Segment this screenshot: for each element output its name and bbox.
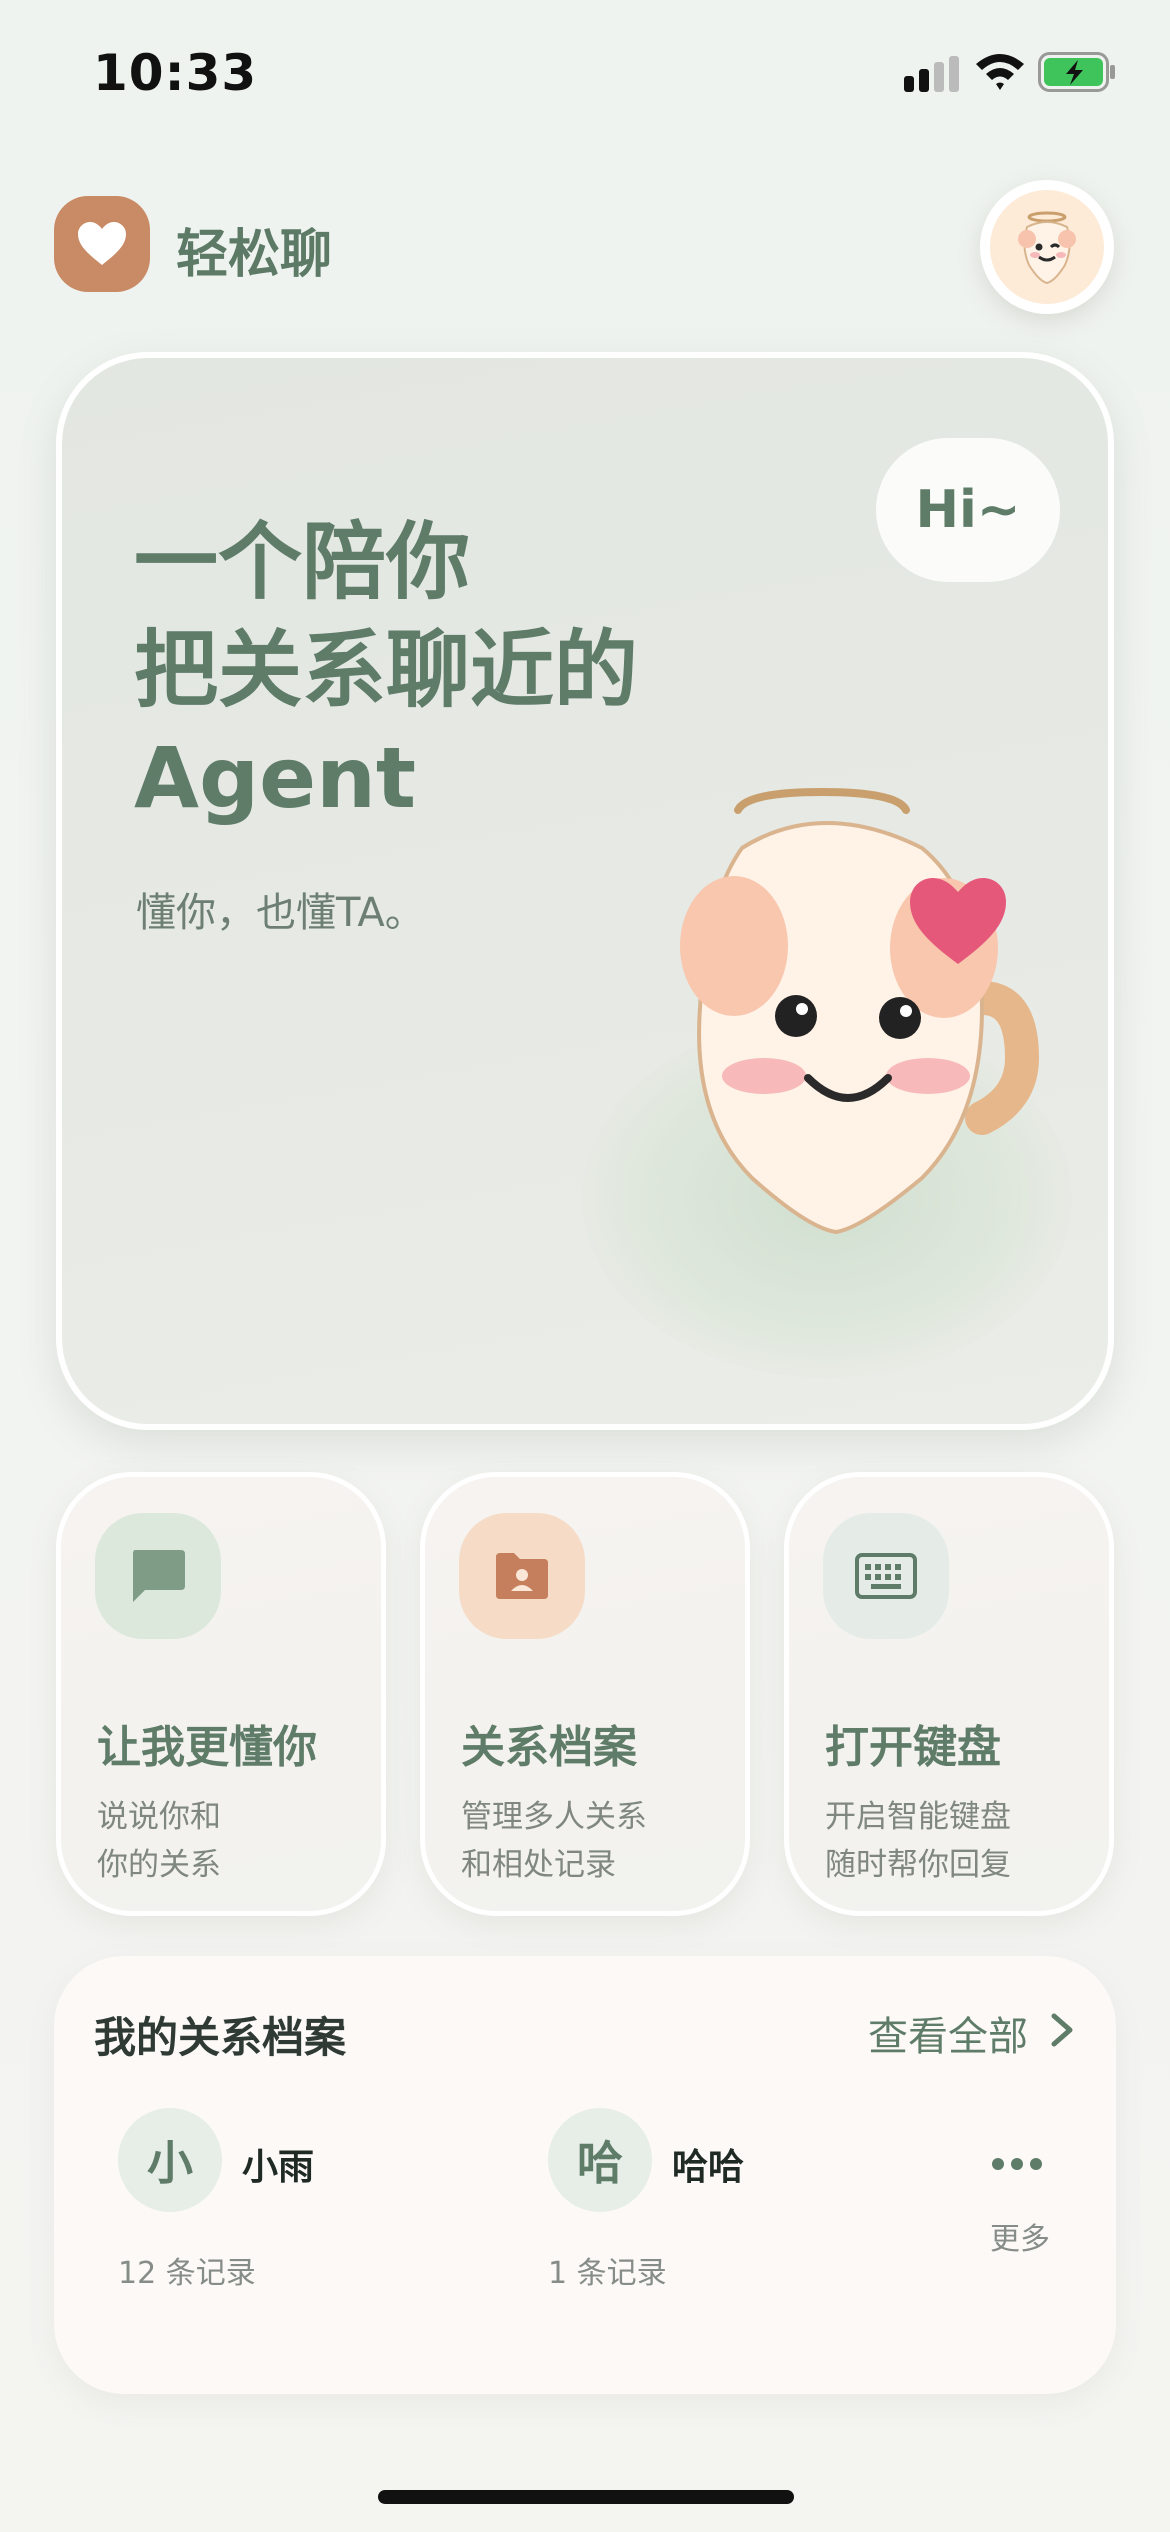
relationship-files-section: 我的关系档案 查看全部 小 小雨 12 条记录 哈 哈哈 1 条记录 更多 <box>54 1956 1116 2394</box>
feature-description-line: 和相处记录 <box>461 1847 616 1883</box>
app-title: 轻松聊 <box>176 225 333 285</box>
relationship-profile-item[interactable]: 哈 哈哈 1 条记录 <box>548 2108 744 2291</box>
hi-speech-bubble: Hi~ <box>876 438 1060 582</box>
hero-title-line: Agent <box>134 729 417 827</box>
chevron-right-icon[interactable] <box>1048 2012 1076 2048</box>
feature-description: 管理多人关系 和相处记录 <box>461 1793 647 1889</box>
feature-title: 打开键盘 <box>825 1722 1001 1773</box>
view-all-link[interactable]: 查看全部 <box>868 2004 1028 2062</box>
section-title: 我的关系档案 <box>94 2013 347 2062</box>
mascot-illustration <box>680 787 1040 1235</box>
profile-initial-avatar: 小 <box>118 2108 222 2212</box>
feature-description: 说说你和 你的关系 <box>97 1793 221 1889</box>
feature-description: 开启智能键盘 随时帮你回复 <box>825 1793 1011 1889</box>
more-dots-icon[interactable] <box>990 2156 1044 2172</box>
feature-title: 让我更懂你 <box>97 1722 317 1773</box>
more-button-label[interactable]: 更多 <box>990 2214 1050 2258</box>
chat-bubble-icon <box>133 1550 185 1602</box>
status-bar: 10:33 <box>0 0 1170 150</box>
feature-icon-bg <box>823 1513 949 1639</box>
profile-avatar-button[interactable] <box>980 180 1114 314</box>
halo-icon <box>734 787 910 814</box>
feature-card-understand-me[interactable]: 让我更懂你 说说你和 你的关系 <box>56 1472 386 1916</box>
hero-title: 一个陪你 把关系聊近的 Agent <box>134 508 638 832</box>
feature-card-open-keyboard[interactable]: 打开键盘 开启智能键盘 随时帮你回复 <box>784 1472 1114 1916</box>
profile-name: 小雨 <box>242 2147 315 2188</box>
hero-title-line: 把关系聊近的 <box>134 621 639 719</box>
battery-charging-icon <box>1038 52 1115 92</box>
profile-record-count: 12 条记录 <box>118 2256 256 2291</box>
feature-description-line: 开启智能键盘 <box>825 1799 1011 1835</box>
feature-description-line: 管理多人关系 <box>461 1799 647 1835</box>
hero-subtitle: 懂你，也懂TA。 <box>136 890 425 936</box>
feature-description-line: 你的关系 <box>97 1847 221 1883</box>
profile-name: 哈哈 <box>672 2147 745 2188</box>
status-time: 10:33 <box>93 44 258 102</box>
profile-initial-avatar: 哈 <box>548 2108 652 2212</box>
mascot-avatar-icon <box>1018 211 1076 285</box>
feature-description-line: 随时帮你回复 <box>825 1847 1011 1883</box>
relationship-profile-item[interactable]: 小 小雨 12 条记录 <box>118 2108 314 2291</box>
home-indicator[interactable] <box>378 2490 794 2504</box>
feature-icon-bg <box>459 1513 585 1639</box>
feature-title: 关系档案 <box>461 1722 637 1773</box>
feature-icon-bg <box>95 1513 221 1639</box>
app-logo <box>54 196 150 292</box>
folder-contact-icon <box>496 1553 548 1599</box>
feature-card-relationship-files[interactable]: 关系档案 管理多人关系 和相处记录 <box>420 1472 750 1916</box>
profile-record-count: 1 条记录 <box>548 2256 667 2291</box>
heart-icon <box>78 222 126 265</box>
hero-title-line: 一个陪你 <box>134 513 471 611</box>
keyboard-icon <box>855 1553 917 1599</box>
wifi-icon <box>976 54 1024 90</box>
hero-card[interactable]: 一个陪你 把关系聊近的 Agent 懂你，也懂TA。 Hi~ <box>56 352 1114 1430</box>
feature-description-line: 说说你和 <box>97 1799 221 1835</box>
signal-icon <box>904 56 959 92</box>
